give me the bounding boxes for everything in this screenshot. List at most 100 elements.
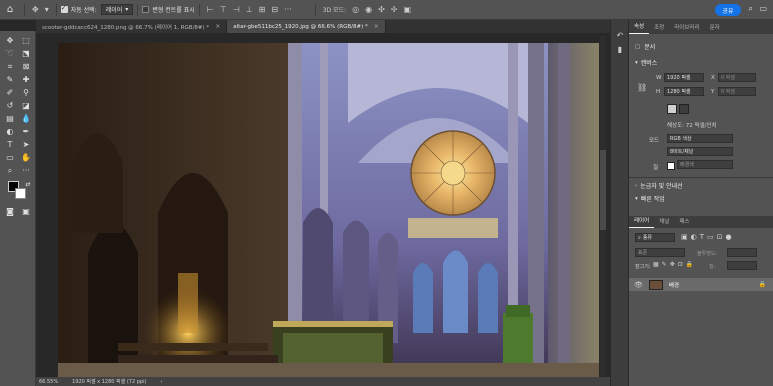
history-icon[interactable]: ↶ <box>615 30 625 40</box>
lock-icons[interactable]: ▦✎✥⊡🔒 <box>653 261 696 268</box>
align-bottom-icon[interactable]: ⊟ <box>271 5 278 14</box>
3d-orbit-icon[interactable]: ◎ <box>352 5 359 14</box>
home-icon[interactable]: ⌂ <box>0 0 20 20</box>
autoselect-checkbox[interactable] <box>60 4 68 13</box>
tab-adjustments[interactable]: 조정 <box>649 23 669 34</box>
dodge-tool-icon[interactable]: ◐ <box>3 126 17 137</box>
x-field[interactable]: 0 픽셀 <box>718 73 756 82</box>
history-brush-tool-icon[interactable]: ↺ <box>3 100 17 111</box>
eyedropper-tool-icon[interactable]: ✎ <box>3 74 17 85</box>
align-center-icon[interactable]: ⊤ <box>220 5 227 14</box>
x-label: X <box>711 75 715 81</box>
share-button[interactable]: 공유 <box>715 4 741 16</box>
tab-layers[interactable]: 레이어 <box>629 216 655 228</box>
shape-tool-icon[interactable]: ▭ <box>3 152 17 163</box>
swap-colors-icon[interactable]: ⇄ <box>21 179 35 190</box>
type-tool-icon[interactable]: T <box>3 139 17 150</box>
layer-row-background[interactable]: 👁 배경 🔒 <box>629 278 773 291</box>
move-tool-icon[interactable]: ✥ <box>32 5 39 14</box>
fill-opacity-field[interactable] <box>727 261 757 270</box>
layer-filter-icons[interactable]: ▣◐T▭⊡● <box>681 233 735 241</box>
tab-paths[interactable]: 패스 <box>674 217 694 228</box>
divider <box>198 3 200 16</box>
guides-section[interactable]: › 눈금자 및 안내선 <box>635 181 773 191</box>
3d-slide-icon[interactable]: ✢ <box>391 5 398 14</box>
brush-tool-icon[interactable]: ✐ <box>3 87 17 98</box>
blend-mode-dropdown[interactable]: 표준 <box>635 248 685 257</box>
tab-channels[interactable]: 채널 <box>654 217 674 228</box>
eye-icon[interactable]: 👁 <box>634 281 643 289</box>
gradient-tool-icon[interactable]: ▤ <box>3 113 17 124</box>
pen-tool-icon[interactable]: ✒ <box>19 126 33 137</box>
mode-value: RGB 색상 <box>670 136 692 142</box>
marquee-tool-icon[interactable]: ⬚ <box>19 35 33 46</box>
width-field[interactable]: 1920 픽셀 <box>664 73 704 82</box>
3d-roll-icon[interactable]: ◉ <box>365 5 372 14</box>
align-right-icon[interactable]: ⊣ <box>233 5 240 14</box>
tab-properties[interactable]: 속성 <box>629 22 650 34</box>
search-icon[interactable]: ⌕ <box>749 4 753 14</box>
portrait-orientation-icon[interactable] <box>667 104 677 114</box>
layer-filter-dropdown[interactable]: ⌕ 종류 <box>635 233 675 242</box>
blur-tool-icon[interactable]: 💧 <box>19 113 33 124</box>
tab-label: altar-gbe511bc25_1920.jpg @ 66.6% (RGB/8… <box>233 23 368 30</box>
comments-icon[interactable]: ▮ <box>615 44 625 54</box>
scrollbar-thumb[interactable] <box>600 150 606 230</box>
close-icon[interactable]: × <box>215 23 220 30</box>
zoom-level[interactable]: 66.55% <box>39 379 58 385</box>
tab-character[interactable]: 문자 <box>705 23 725 34</box>
stamp-tool-icon[interactable]: ⚲ <box>19 87 33 98</box>
screen-mode-icon[interactable]: ▣ <box>19 206 33 217</box>
lock-icon: 🔒 <box>758 281 766 288</box>
y-field[interactable]: 0 픽셀 <box>718 87 756 96</box>
autoselect-dropdown[interactable]: 레이어 ▾ <box>100 4 134 15</box>
y-label: Y <box>711 89 715 95</box>
layer-thumbnail <box>648 279 663 290</box>
resolution-text: 해상도: 72 픽셀/인치 <box>667 123 717 129</box>
align-top-icon[interactable]: ⊥ <box>246 5 253 14</box>
chevron-right-icon[interactable]: › <box>160 379 162 385</box>
height-field[interactable]: 1280 픽셀 <box>664 87 704 96</box>
w-label: W <box>656 75 662 81</box>
landscape-orientation-icon[interactable] <box>679 104 689 114</box>
chevron-right-icon: › <box>635 182 638 189</box>
fill-opacity-label: 칠: <box>709 264 716 270</box>
tab-scooter[interactable]: scooter-gddcacc624_1280.png @ 66.7% (레이어… <box>36 20 228 33</box>
blend-mode-value: 표준 <box>638 250 648 256</box>
eraser-tool-icon[interactable]: ◪ <box>19 100 33 111</box>
transform-controls-checkbox[interactable] <box>142 5 150 13</box>
workspace-icon[interactable]: ▭ <box>759 4 767 13</box>
lasso-tool-icon[interactable]: ➰ <box>3 48 17 59</box>
healing-brush-tool-icon[interactable]: ✚ <box>19 74 33 85</box>
chevron-down-icon[interactable]: ▾ <box>635 60 638 66</box>
more-options-icon[interactable]: ··· <box>284 5 292 14</box>
chevron-down-icon[interactable]: ▾ <box>45 5 49 14</box>
canvas-area[interactable] <box>36 33 610 377</box>
path-select-tool-icon[interactable]: ➤ <box>19 139 33 150</box>
move-tool-icon[interactable]: ✥ <box>3 35 17 46</box>
hand-tool-icon[interactable]: ✋ <box>19 152 33 163</box>
fill-swatch[interactable] <box>667 162 675 170</box>
3d-pan-icon[interactable]: ✣ <box>378 5 385 14</box>
document-image[interactable] <box>58 43 599 377</box>
crop-tool-icon[interactable]: ⌗ <box>3 61 17 72</box>
document-info[interactable]: 1920 픽셀 x 1280 픽셀 (72 ppi) <box>72 378 146 385</box>
opacity-field[interactable] <box>727 248 757 257</box>
guides-label: 눈금자 및 안내선 <box>640 183 683 190</box>
mode-dropdown[interactable]: RGB 색상 <box>667 134 733 143</box>
object-select-tool-icon[interactable]: ⬔ <box>19 48 33 59</box>
fill-dropdown[interactable]: 배경색 <box>677 160 733 169</box>
tab-altar[interactable]: altar-gbe511bc25_1920.jpg @ 66.6% (RGB/8… <box>227 20 386 33</box>
close-icon[interactable]: × <box>374 23 379 30</box>
more-tools-icon[interactable]: ··· <box>19 165 33 176</box>
align-middle-icon[interactable]: ⊞ <box>259 5 266 14</box>
quick-actions-section[interactable]: ▾ 빠른 작업 <box>635 194 773 204</box>
tab-libraries[interactable]: 라이브러리 <box>669 23 704 34</box>
align-left-icon[interactable]: ⊢ <box>207 5 214 14</box>
frame-tool-icon[interactable]: ⊠ <box>19 61 33 72</box>
zoom-tool-icon[interactable]: ⌕ <box>3 165 17 176</box>
link-icon[interactable]: ⛓ <box>637 83 647 92</box>
quick-mask-icon[interactable]: ◙ <box>3 206 17 217</box>
depth-dropdown[interactable]: 8비트/채널 <box>667 147 733 156</box>
3d-scale-icon[interactable]: ▣ <box>404 5 412 14</box>
